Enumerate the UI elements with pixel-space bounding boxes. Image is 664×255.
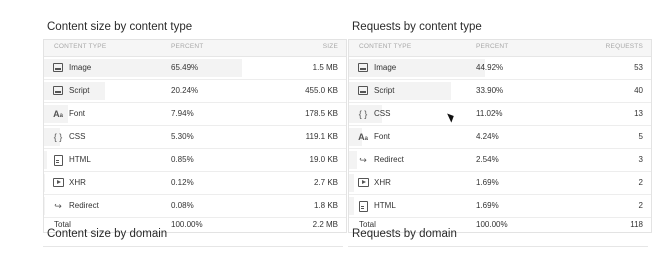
content-type-label: Font [374,132,391,141]
requests-value: 3 [638,155,643,164]
percent-value: 7.94% [171,109,194,118]
divider [348,246,648,247]
table-row[interactable]: Aa Font 4.24% 5 [349,126,651,149]
table-header: CONTENT TYPE PERCENT SIZE [44,40,346,57]
css-braces-icon: { } [53,132,63,142]
content-type-label: Script [374,86,395,95]
script-icon [358,86,368,96]
percent-value: 65.49% [171,63,199,72]
table-row[interactable]: { } CSS 5.30% 119.1 KB [44,126,346,149]
script-icon [53,86,63,96]
column-header-requests[interactable]: REQUESTS [606,43,643,50]
content-type-label: CSS [374,109,391,118]
table-row[interactable]: Image 65.49% 1.5 MB [44,57,346,80]
xhr-icon [358,178,369,188]
table-row[interactable]: XHR 1.69% 2 [349,172,651,195]
section-heading: Requests by domain [352,228,457,240]
content-type-label: HTML [69,155,91,164]
table-row[interactable]: { } CSS 11.02% 13 [349,103,651,126]
content-type-label: Redirect [374,155,404,164]
column-header-type[interactable]: CONTENT TYPE [54,43,106,50]
size-value: 119.1 KB [305,132,338,141]
percent-value: 33.90% [476,86,504,95]
content-size-panel: Content size by content type CONTENT TYP… [43,0,347,255]
requests-value: 53 [634,63,643,72]
font-icon: Aa [53,109,63,119]
content-type-label: CSS [69,132,86,141]
table-row[interactable]: ↪ Redirect 0.08% 1.8 KB [44,195,346,218]
xhr-icon [53,178,64,188]
total-percent: 100.00% [171,220,203,229]
percent-bar [349,197,355,215]
size-value: 1.8 KB [313,201,338,210]
requests-value: 2 [638,178,643,187]
percent-value: 5.30% [171,132,194,141]
requests-value: 13 [634,109,643,118]
table-row[interactable]: Script 33.90% 40 [349,80,651,103]
size-value: 455.0 KB [305,86,338,95]
panel-title: Requests by content type [352,21,482,33]
redirect-icon: ↪ [54,201,62,211]
table-header: CONTENT TYPE PERCENT REQUESTS [349,40,651,57]
total-value: 2.2 MB [312,220,338,229]
content-type-label: HTML [374,201,396,210]
percent-value: 1.69% [476,201,499,210]
percent-value: 44.92% [476,63,504,72]
content-type-label: Font [69,109,86,118]
percent-bar [44,151,47,169]
font-icon: Aa [358,132,368,142]
column-header-percent[interactable]: PERCENT [171,43,203,50]
table-row[interactable]: Aa Font 7.94% 178.5 KB [44,103,346,126]
percent-bar [349,174,355,192]
table-body: Image 44.92% 53 Script 33.90% 40{ } CSS 11.02% 1… [349,57,651,218]
table-row[interactable]: Image 44.92% 53 [349,57,651,80]
percent-value: 0.08% [171,201,194,210]
content-type-label: Image [69,63,92,72]
divider [43,246,343,247]
size-value: 178.5 KB [305,109,338,118]
requests-table: CONTENT TYPE PERCENT REQUESTS Image 44.92… [348,39,652,233]
content-type-label: XHR [69,178,86,187]
column-header-size[interactable]: SIZE [323,43,338,50]
table-row[interactable]: Script 20.24% 455.0 KB [44,80,346,103]
requests-panel: Requests by content type CONTENT TYPE PE… [348,0,652,255]
image-icon [53,63,63,73]
table-row[interactable]: ↪ Redirect 2.54% 3 [349,149,651,172]
percent-value: 11.02% [476,109,503,118]
requests-value: 40 [634,86,643,95]
column-header-percent[interactable]: PERCENT [476,43,508,50]
table-body: Image 65.49% 1.5 MB Script 20.24% 455.0 KB Aa F… [44,57,346,218]
html-document-icon [53,155,63,166]
requests-value: 2 [638,201,643,210]
section-heading: Content size by domain [47,228,168,240]
percent-value: 20.24% [171,86,199,95]
table-row[interactable]: HTML 0.85% 19.0 KB [44,149,346,172]
percent-value: 2.54% [476,155,499,164]
table-row[interactable]: XHR 0.12% 2.7 KB [44,172,346,195]
size-value: 19.0 KB [309,155,338,164]
table-row[interactable]: HTML 1.69% 2 [349,195,651,218]
content-type-label: Script [69,86,90,95]
total-value: 118 [630,220,643,229]
redirect-icon: ↪ [359,155,367,165]
requests-value: 5 [638,132,643,141]
total-percent: 100.00% [476,220,508,229]
percent-value: 4.24% [476,132,499,141]
size-value: 2.7 KB [313,178,338,187]
content-type-label: Redirect [69,201,99,210]
percent-value: 0.85% [171,155,194,164]
percent-bar [349,59,485,77]
html-document-icon [358,201,368,212]
image-icon [358,63,368,73]
size-value: 1.5 MB [312,63,338,72]
content-type-label: XHR [374,178,391,187]
percent-value: 1.69% [476,178,499,187]
panel-title: Content size by content type [47,21,193,33]
percent-bar [349,151,357,169]
percent-value: 0.12% [171,178,194,187]
css-braces-icon: { } [358,109,368,119]
content-type-label: Image [374,63,397,72]
content-size-table: CONTENT TYPE PERCENT SIZE Image 65.49% 1.5… [43,39,347,233]
column-header-type[interactable]: CONTENT TYPE [359,43,411,50]
